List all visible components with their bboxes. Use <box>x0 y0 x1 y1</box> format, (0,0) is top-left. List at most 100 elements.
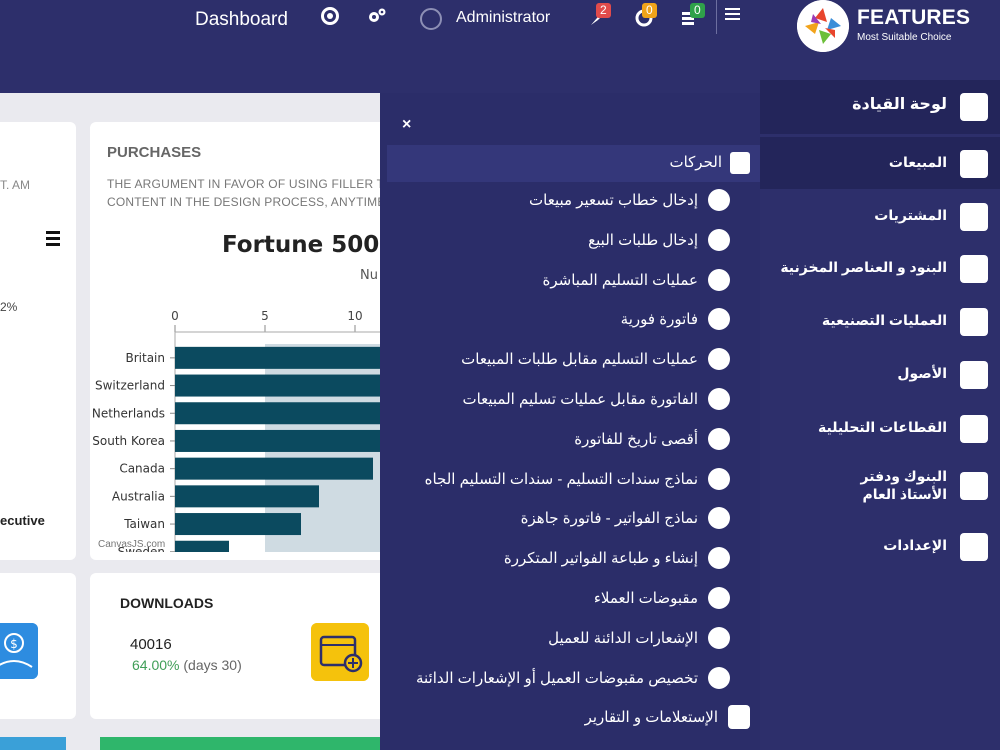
circle-icon <box>728 705 750 729</box>
plane-icon <box>708 308 730 331</box>
bar <box>175 457 373 480</box>
user-name[interactable]: Administrator <box>456 9 550 27</box>
submenu-label: إدخال خطاب تسعير مبيعات <box>529 192 698 209</box>
document-icon <box>730 152 750 174</box>
user-avatar-icon[interactable] <box>420 8 442 30</box>
dashboard-icon <box>960 93 988 121</box>
plane-icon <box>708 587 730 609</box>
factory-icon <box>960 308 988 336</box>
submenu-label: الحركات <box>669 154 722 171</box>
downloads-change: 64.00% (days 30) <box>132 657 242 673</box>
bar <box>175 485 319 508</box>
submenu-item[interactable]: عمليات التسليم مقابل طلبات المبيعات <box>461 345 730 373</box>
bar <box>175 346 391 369</box>
submenu-item[interactable]: أقصى تاريخ للفاتورة <box>574 425 730 453</box>
purchases-card: PURCHASES THE ARGUMENT IN FAVOR OF USING… <box>90 122 420 566</box>
card-menu-icon[interactable] <box>46 231 60 249</box>
submenu-item[interactable]: الفاتورة مقابل عمليات تسليم المبيعات <box>462 385 730 413</box>
purchases-chart: Fortune 500 Co Nu 0 5 10 Britain Switzerland Ne… <box>90 222 420 566</box>
axis-title: Nu <box>360 268 378 283</box>
submenu-item-inquiries[interactable]: الإستعلامات و التقارير <box>585 702 750 732</box>
submenu-item[interactable]: إدخال طلبات البيع <box>588 226 730 254</box>
sidebar-item[interactable]: الأصول <box>760 348 1000 400</box>
y-tick-label: South Korea <box>92 434 165 448</box>
submenu-item-transactions[interactable]: الحركات <box>387 145 760 182</box>
submenu-label: مقبوضات العملاء <box>593 590 698 607</box>
plane-icon <box>708 348 730 371</box>
sidebar-item[interactable]: البنوك ودفتر الأستاذ العام <box>760 458 1000 514</box>
downloads-period: (days 30) <box>183 657 242 673</box>
chart-credit[interactable]: CanvasJS.com <box>98 539 165 550</box>
sidebar-label: البنوك ودفتر الأستاذ العام <box>860 468 947 502</box>
sidebar-label: الإعدادات <box>883 537 947 553</box>
brand-tagline: Most Suitable Choice <box>857 32 952 43</box>
submenu-item[interactable]: مقبوضات العملاء <box>594 584 730 612</box>
bar <box>175 374 391 397</box>
plane-icon <box>708 626 730 649</box>
support-icon[interactable] <box>320 6 340 26</box>
cart-icon <box>960 203 988 231</box>
bar <box>175 513 301 536</box>
submenu-item[interactable]: عمليات التسليم المباشرة <box>543 266 730 294</box>
submenu-label: فاتورة فورية <box>620 311 698 329</box>
anchor-icon <box>708 547 730 570</box>
submenu-item[interactable]: تخصيص مقبوضات العميل أو الإشعارات الدائن… <box>416 664 730 692</box>
sidebar-item[interactable]: البنود و العناصر المخزنية <box>760 242 1000 294</box>
cubes-icon <box>960 255 988 283</box>
submenu-label: أقصى تاريخ للفاتورة <box>574 430 698 448</box>
y-tick-label: Netherlands <box>92 406 165 420</box>
dashboard-link[interactable]: Dashboard <box>195 9 288 31</box>
sales-submenu: × الحركات إدخال خطاب تسعير مبيعات إدخال ط… <box>380 93 760 750</box>
header-divider <box>716 0 717 34</box>
submenu-label: تخصيص مقبوضات العميل أو الإشعارات الدائن… <box>415 669 698 687</box>
bar-chart: Fortune 500 Co Nu 0 5 10 Britain Switzerland Ne… <box>92 232 420 566</box>
refresh-badge: 0 <box>642 3 657 18</box>
sidebar-item[interactable]: القطاعات التحليلية <box>760 402 1000 454</box>
plane-icon <box>708 467 730 490</box>
plane-icon <box>708 507 730 530</box>
sidebar-item[interactable]: لوحة القيادة <box>760 80 1000 134</box>
submenu-label: الفاتورة مقابل عمليات تسليم المبيعات <box>462 391 698 408</box>
cloud-icon <box>708 268 730 291</box>
submenu-label: الإستعلامات و التقارير <box>584 709 718 726</box>
sidebar-item[interactable]: الإعدادات <box>760 520 1000 572</box>
submenu-label: الإشعارات الدائنة للعميل <box>548 629 698 647</box>
book-icon <box>960 472 988 500</box>
tree-icon <box>708 427 730 450</box>
brand-name: FEATURES <box>857 6 971 29</box>
settings-icon[interactable] <box>367 6 387 26</box>
sidebar-item[interactable]: المبيعات <box>760 137 1000 189</box>
y-tick-label: Switzerland <box>95 379 165 393</box>
x-tick-label: 5 <box>261 309 269 323</box>
card-label: ecutive <box>0 513 45 528</box>
y-tick-label: Canada <box>119 462 165 476</box>
diamond-icon <box>708 189 730 211</box>
sidebar-label: لوحة القيادة <box>852 96 947 113</box>
brand-logo[interactable] <box>797 0 849 52</box>
submenu-item[interactable]: إنشاء و طباعة الفواتير المتكررة <box>504 544 730 572</box>
submenu-item[interactable]: فاتورة فورية <box>621 305 730 333</box>
menu-toggle-icon[interactable] <box>725 8 740 23</box>
submenu-label: إدخال طلبات البيع <box>588 231 698 249</box>
sidebar-label: العمليات التصنيعية <box>821 312 947 328</box>
sidebar-item[interactable]: المشتريات <box>760 190 1000 242</box>
partial-card-left: T. AM 2% ecutive <box>0 122 76 560</box>
main-sidebar: لوحة القيادة المبيعات المشتريات البنود و ال… <box>760 80 1000 750</box>
sidebar-item[interactable]: العمليات التصنيعية <box>760 295 1000 347</box>
submenu-item[interactable]: الإشعارات الدائنة للعميل <box>548 624 730 652</box>
submenu-item[interactable]: نماذج سندات التسليم - سندات التسليم الجا… <box>425 465 730 493</box>
submenu-item[interactable]: نماذج الفواتير - فاتورة جاهزة <box>521 504 730 532</box>
x-tick-label: 10 <box>347 309 362 323</box>
card-strip <box>100 737 390 750</box>
close-icon[interactable]: × <box>402 116 411 134</box>
submenu-item[interactable]: إدخال خطاب تسعير مبيعات <box>529 186 730 214</box>
submenu-label: عمليات التسليم مقابل طلبات المبيعات <box>461 351 698 369</box>
y-tick-label: Taiwan <box>123 517 165 531</box>
downloads-percent: 64.00% <box>132 657 180 673</box>
tasks-badge: 0 <box>690 3 705 18</box>
bar <box>175 540 229 563</box>
y-tick-label: Britain <box>126 351 166 365</box>
sidebar-label: القطاعات التحليلية <box>817 419 947 435</box>
svg-text:$: $ <box>10 637 18 651</box>
sidebar-label: الأصول <box>897 365 947 381</box>
